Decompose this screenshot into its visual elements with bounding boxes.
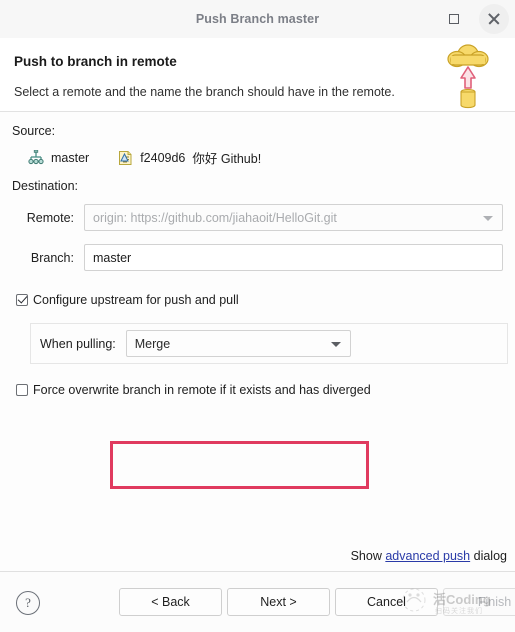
destination-section-label: Destination: — [12, 179, 79, 193]
when-pulling-value: Merge — [134, 336, 171, 351]
page-subtitle: Select a remote and the name the branch … — [14, 85, 395, 99]
branch-input[interactable]: master — [84, 244, 503, 271]
configure-upstream-label: Configure upstream for push and pull — [33, 293, 239, 307]
window-title: Push Branch master — [195, 12, 320, 26]
remote-combo[interactable]: origin: https://github.com/jiahaoit/Hell… — [84, 204, 503, 231]
wizard-buttons: < Back Next > Cancel Finish — [119, 588, 515, 616]
advanced-push-line: Show advanced push dialog — [351, 549, 507, 563]
commit-note-icon — [119, 150, 132, 165]
git-branch-icon — [28, 150, 44, 165]
remote-value: origin: https://github.com/jiahaoit/Hell… — [93, 210, 337, 225]
remote-label: Remote: — [26, 210, 74, 225]
source-commit-message: 你好 Github! — [192, 152, 262, 166]
advanced-push-prefix: Show — [350, 549, 382, 563]
help-icon[interactable]: ? — [16, 591, 40, 615]
configure-upstream-checkbox[interactable] — [16, 294, 28, 306]
dialog-header: Push to branch in remote Select a remote… — [0, 38, 515, 112]
branch-value: master — [93, 250, 132, 265]
advanced-push-suffix: dialog — [473, 549, 507, 563]
next-button[interactable]: Next > — [227, 588, 330, 616]
remote-field-row: Remote: origin: https://github.com/jiaha… — [10, 204, 507, 231]
close-icon — [487, 12, 501, 26]
annotation-highlight-box — [110, 441, 369, 489]
source-commit-hash: f2409d6 — [140, 150, 186, 165]
maximize-icon — [449, 14, 459, 24]
dialog-footer: ? < Back Next > Cancel Finish 活Coding 扫码… — [0, 571, 515, 632]
branch-field-row: Branch: master — [10, 244, 507, 271]
cancel-button[interactable]: Cancel — [335, 588, 438, 616]
chevron-down-icon — [483, 215, 493, 221]
force-overwrite-checkbox[interactable] — [16, 384, 28, 396]
source-section-label: Source: — [12, 124, 56, 138]
when-pulling-row: When pulling: Merge — [40, 330, 351, 357]
back-button[interactable]: < Back — [119, 588, 222, 616]
title-bar: Push Branch master — [0, 0, 515, 38]
force-overwrite-checkbox-row[interactable]: Force overwrite branch in remote if it e… — [16, 383, 507, 397]
when-pulling-label: When pulling: — [40, 336, 116, 351]
window-controls — [439, 0, 509, 38]
branch-label: Branch: — [30, 250, 74, 265]
configure-upstream-checkbox-row[interactable]: Configure upstream for push and pull — [16, 293, 507, 307]
push-branch-dialog: Push Branch master Push to branch in rem… — [0, 0, 515, 632]
source-branch-name: master — [51, 150, 90, 165]
chevron-down-icon — [330, 341, 341, 347]
force-overwrite-label: Force overwrite branch in remote if it e… — [33, 383, 371, 397]
maximize-button[interactable] — [439, 4, 469, 34]
finish-button: Finish — [443, 588, 515, 616]
source-summary-row: master f2409d6 你好 Github! — [28, 148, 507, 167]
when-pulling-combo[interactable]: Merge — [125, 330, 351, 357]
close-button[interactable] — [479, 4, 509, 34]
dialog-body: Source: master f2409d6 你好 Github! Destin… — [0, 112, 515, 571]
advanced-push-link[interactable]: advanced push — [385, 549, 470, 563]
cloud-upload-icon — [447, 44, 489, 109]
page-title: Push to branch in remote — [14, 54, 177, 69]
